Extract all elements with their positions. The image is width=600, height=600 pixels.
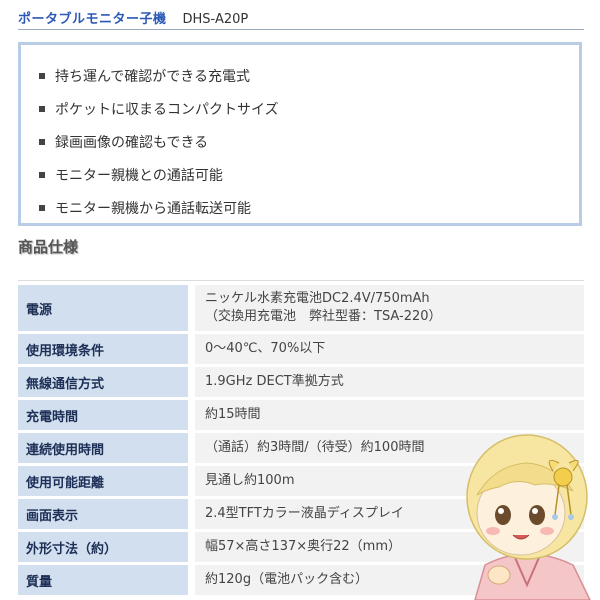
feature-item: ポケットに収まるコンパクトサイズ	[39, 92, 579, 125]
spec-key: 無線通信方式	[18, 367, 188, 397]
section-divider	[18, 280, 584, 281]
bullet-icon	[39, 171, 45, 178]
spec-value-line: （交換用充電池 弊社型番：TSA-220）	[205, 309, 442, 324]
spec-key: 連続使用時間	[18, 433, 188, 463]
mascot-character-icon	[466, 434, 591, 600]
feature-text: モニター親機との通話可能	[55, 167, 223, 184]
model-number: DHS-A20P	[182, 12, 249, 27]
spec-key: 画面表示	[18, 499, 188, 529]
feature-item: 録画画像の確認もできる	[39, 125, 579, 158]
spec-value: 1.9GHz DECT準拠方式	[195, 367, 584, 397]
spec-value-line: ニッケル水素充電池DC2.4V/750mAh	[205, 291, 430, 306]
spec-row-wireless: 無線通信方式 1.9GHz DECT準拠方式	[18, 367, 584, 397]
spec-key: 使用可能距離	[18, 466, 188, 496]
spec-key: 使用環境条件	[18, 334, 188, 364]
bullet-icon	[39, 138, 45, 145]
spec-key: 電源	[18, 285, 188, 331]
page-header: ポータブルモニター子機 DHS-A20P	[18, 8, 584, 30]
feature-item: 持ち運んで確認ができる充電式	[39, 59, 579, 92]
spec-row-power: 電源 ニッケル水素充電池DC2.4V/750mAh （交換用充電池 弊社型番：T…	[18, 285, 584, 331]
feature-text: ポケットに収まるコンパクトサイズ	[55, 101, 279, 118]
bullet-icon	[39, 72, 45, 79]
spec-key: 外形寸法（約）	[18, 532, 188, 562]
feature-text: モニター親機から通話転送可能	[55, 200, 251, 217]
feature-item: モニター親機から通話転送可能	[39, 191, 579, 224]
spec-key: 充電時間	[18, 400, 188, 430]
spec-value: 0～40℃、70%以下	[195, 334, 584, 364]
feature-text: 録画画像の確認もできる	[55, 134, 209, 151]
spec-value: ニッケル水素充電池DC2.4V/750mAh （交換用充電池 弊社型番：TSA-…	[195, 285, 584, 331]
bullet-icon	[39, 204, 45, 211]
feature-list: 持ち運んで確認ができる充電式 ポケットに収まるコンパクトサイズ 録画画像の確認も…	[18, 42, 582, 226]
spec-row-environment: 使用環境条件 0～40℃、70%以下	[18, 334, 584, 364]
feature-item: モニター親機との通話可能	[39, 158, 579, 191]
bullet-icon	[39, 105, 45, 112]
product-title: ポータブルモニター子機	[18, 12, 167, 27]
section-title: 商品仕様	[18, 238, 79, 256]
feature-text: 持ち運んで確認ができる充電式	[55, 68, 251, 85]
spec-key: 質量	[18, 565, 188, 595]
